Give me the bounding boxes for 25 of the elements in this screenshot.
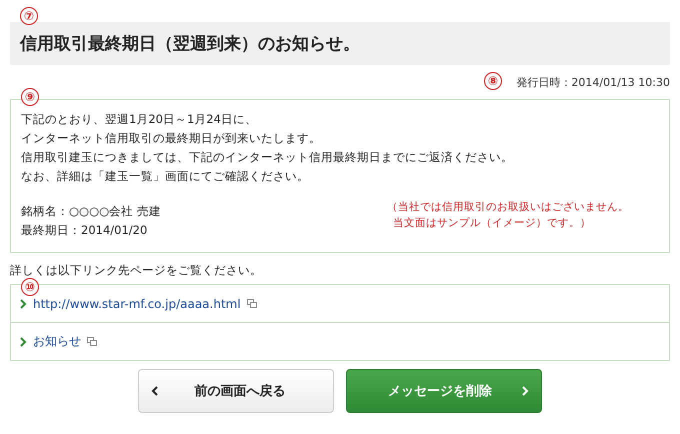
callout-number: ⑦	[20, 7, 38, 25]
chevron-right-icon	[19, 298, 27, 308]
external-window-icon	[87, 337, 97, 346]
external-window-icon	[246, 299, 257, 308]
chevron-right-icon	[521, 386, 529, 396]
sample-note: 当文面はサンプル（イメージ）です。）	[392, 216, 592, 231]
message-text: 信用取引建玉につきましては、下記のインターネット信用最終期日までにご返済ください。	[21, 149, 514, 166]
chevron-right-icon	[19, 336, 27, 346]
message-text: インターネット信用取引の最終期日が到来いたします。	[21, 130, 322, 147]
back-button[interactable]: 前の画面へ戻る	[138, 369, 334, 413]
sample-note: （当社では信用取引のお取扱いはございません。	[387, 200, 630, 215]
detail-text: 銘柄名：○○○○会社 売建	[21, 203, 161, 220]
link[interactable]: http://www.star-mf.co.jp/aaaa.html	[33, 296, 241, 310]
message-text: なお、詳細は「建玉一覧」画面にてご確認ください。	[21, 168, 310, 185]
page-title: 信用取引最終期日（翌週到来）のお知らせ。	[20, 33, 360, 55]
delete-message-button[interactable]: メッセージを削除	[346, 369, 542, 413]
chevron-left-icon	[151, 386, 159, 396]
links-intro: 詳しくは以下リンク先ページをご覧ください。	[10, 263, 262, 278]
detail-text: 最終期日：2014/01/20	[21, 222, 148, 239]
callout-number: ⑩	[21, 278, 39, 296]
link[interactable]: お知らせ	[33, 333, 81, 350]
message-text: 下記のとおり、翌週1月20日～1月24日に、	[21, 111, 258, 128]
issue-date: 発行日時：2014/01/13 10:30	[516, 74, 670, 90]
callout-number: ⑨	[21, 88, 39, 106]
callout-number: ⑧	[484, 72, 502, 90]
